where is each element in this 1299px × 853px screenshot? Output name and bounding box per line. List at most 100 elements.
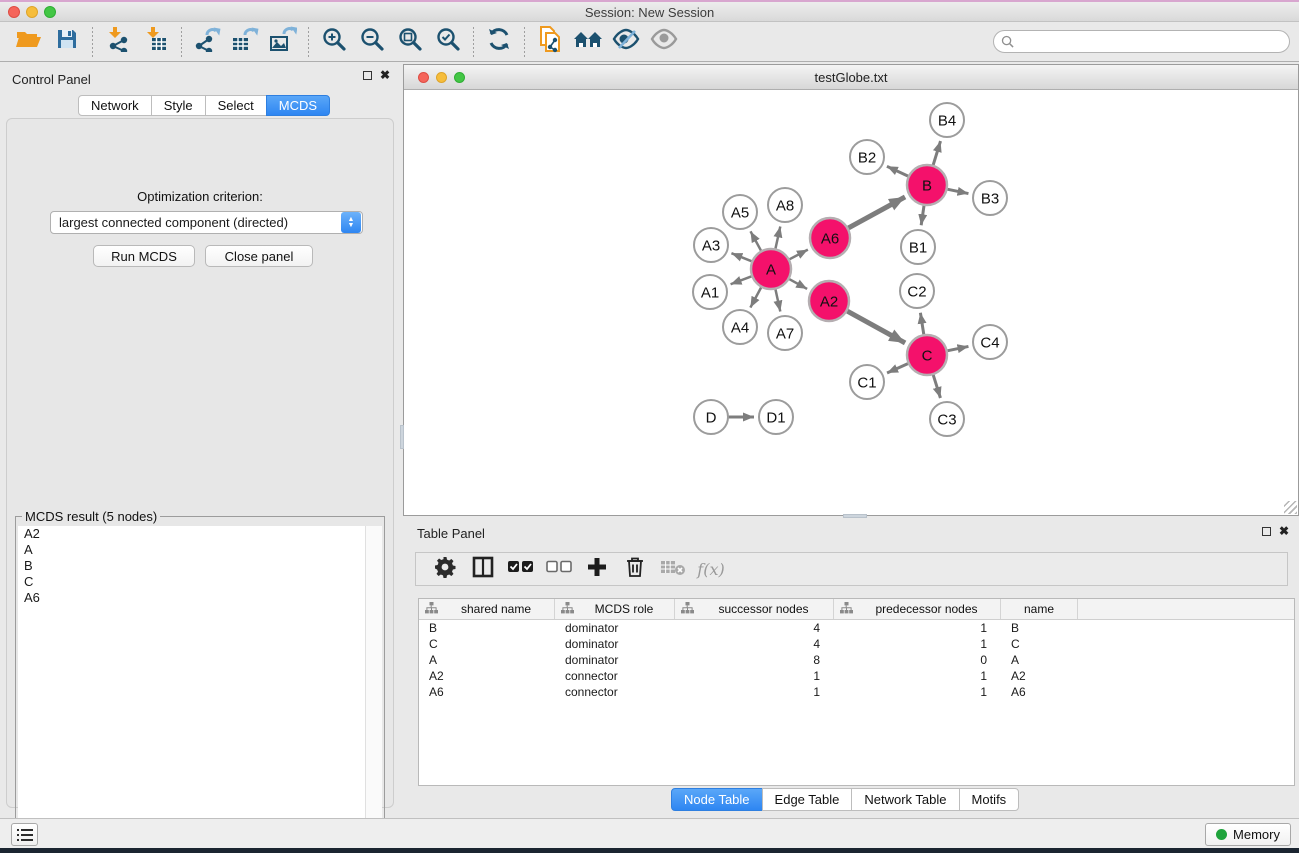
mcds-result-item[interactable]: C [18,574,365,590]
node-D1[interactable]: D1 [759,400,793,434]
show-panel-button[interactable] [645,25,683,59]
network-window-titlebar[interactable]: testGlobe.txt [404,65,1298,90]
edge-A-A4[interactable] [750,287,761,308]
node-B4[interactable]: B4 [930,103,964,137]
column-header-MCDS-role[interactable]: MCDS role [555,599,675,619]
zoom-selected-button[interactable] [429,25,467,59]
network-graph[interactable]: AA2A6BCA1A3A4A5A7A8B1B2B3B4C1C2C3C4DD1 [404,90,1298,515]
edge-A-A1[interactable] [731,276,753,284]
node-A7[interactable]: A7 [768,316,802,350]
export-image-button[interactable] [264,25,302,59]
tab-mcds[interactable]: MCDS [266,95,330,116]
node-A6[interactable]: A6 [810,218,850,258]
splitpane-handle[interactable] [400,425,404,449]
node-D[interactable]: D [694,400,728,434]
cell-shared-name[interactable]: B [419,621,555,635]
cell-successor-nodes[interactable]: 1 [675,685,834,699]
cell-predecessor-nodes[interactable]: 1 [834,685,1001,699]
edge-A-A8[interactable] [775,226,780,249]
tab-network[interactable]: Network [78,95,152,116]
resize-handle-icon[interactable] [1284,501,1297,514]
cell-MCDS-role[interactable]: connector [555,685,675,699]
cell-MCDS-role[interactable]: dominator [555,653,675,667]
node-C[interactable]: C [907,335,947,375]
search-input[interactable] [1014,34,1289,50]
cell-predecessor-nodes[interactable]: 0 [834,653,1001,667]
node-A1[interactable]: A1 [693,275,727,309]
cell-predecessor-nodes[interactable]: 1 [834,637,1001,651]
close-panel-button[interactable]: Close panel [205,245,313,267]
clone-network-button[interactable] [531,25,569,59]
zoom-fit-button[interactable] [391,25,429,59]
cell-successor-nodes[interactable]: 4 [675,637,834,651]
cell-MCDS-role[interactable]: dominator [555,621,675,635]
mcds-result-item[interactable]: A2 [18,526,365,542]
import-table-button[interactable] [137,25,175,59]
edge-A2-C[interactable] [847,311,906,343]
cell-shared-name[interactable]: A6 [419,685,555,699]
titlebar[interactable]: Session: New Session [0,2,1299,22]
cell-shared-name[interactable]: C [419,637,555,651]
cell-name[interactable]: A6 [1001,685,1078,699]
node-A3[interactable]: A3 [694,228,728,262]
node-A8[interactable]: A8 [768,188,802,222]
table-row[interactable]: A2connector11A2 [419,668,1294,684]
select-all-button[interactable] [504,555,538,583]
table-row[interactable]: A6connector11A6 [419,684,1294,700]
cell-successor-nodes[interactable]: 8 [675,653,834,667]
task-history-button[interactable] [11,823,38,846]
node-C1[interactable]: C1 [850,365,884,399]
node-B[interactable]: B [907,165,947,205]
edge-B-B1[interactable] [921,205,924,225]
network-canvas[interactable]: AA2A6BCA1A3A4A5A7A8B1B2B3B4C1C2C3C4DD1 [404,90,1298,515]
edge-A-A3[interactable] [731,253,752,261]
node-A5[interactable]: A5 [723,195,757,229]
memory-button[interactable]: Memory [1205,823,1291,846]
cell-name[interactable]: A2 [1001,669,1078,683]
mcds-result-scrollbar[interactable] [365,526,382,853]
save-session-button[interactable] [48,25,86,59]
zoom-out-button[interactable] [353,25,391,59]
edge-A-A6[interactable] [789,250,808,260]
tab-style[interactable]: Style [151,95,206,116]
float-panel-icon[interactable] [363,71,372,80]
close-panel-icon[interactable]: ✖ [380,71,390,80]
tab-motifs[interactable]: Motifs [959,788,1020,811]
hide-panel-button[interactable] [607,25,645,59]
table-row[interactable]: Adominator80A [419,652,1294,668]
splitpane-handle[interactable] [843,514,867,518]
run-mcds-button[interactable]: Run MCDS [93,245,195,267]
cell-name[interactable]: C [1001,637,1078,651]
cell-MCDS-role[interactable]: dominator [555,637,675,651]
refresh-button[interactable] [480,25,518,59]
mcds-result-item[interactable]: A6 [18,590,365,606]
node-B3[interactable]: B3 [973,181,1007,215]
edge-B-B2[interactable] [887,166,909,176]
edge-A-A7[interactable] [775,289,780,312]
node-C3[interactable]: C3 [930,402,964,436]
search-field[interactable] [993,30,1290,53]
node-C2[interactable]: C2 [900,274,934,308]
edge-B-B3[interactable] [947,189,969,194]
edge-C-C2[interactable] [920,313,924,336]
node-B2[interactable]: B2 [850,140,884,174]
table-row[interactable]: Bdominator41B [419,620,1294,636]
column-header-predecessor-nodes[interactable]: predecessor nodes [834,599,1001,619]
edge-C-C3[interactable] [933,374,940,398]
home-button[interactable] [569,25,607,59]
zoom-in-button[interactable] [315,25,353,59]
edge-C-C1[interactable] [887,363,909,373]
tab-network-table[interactable]: Network Table [851,788,959,811]
float-panel-icon[interactable] [1262,527,1271,536]
delete-table-button[interactable] [656,555,690,583]
gear-button[interactable] [428,555,462,583]
close-panel-icon[interactable]: ✖ [1279,527,1289,536]
column-visibility-button[interactable] [466,555,500,583]
cell-predecessor-nodes[interactable]: 1 [834,669,1001,683]
edge-B-B4[interactable] [933,141,941,166]
deselect-all-button[interactable] [542,555,576,583]
mcds-result-item[interactable]: A [18,542,365,558]
cell-MCDS-role[interactable]: connector [555,669,675,683]
export-table-button[interactable] [226,25,264,59]
edge-A-A5[interactable] [751,231,762,251]
